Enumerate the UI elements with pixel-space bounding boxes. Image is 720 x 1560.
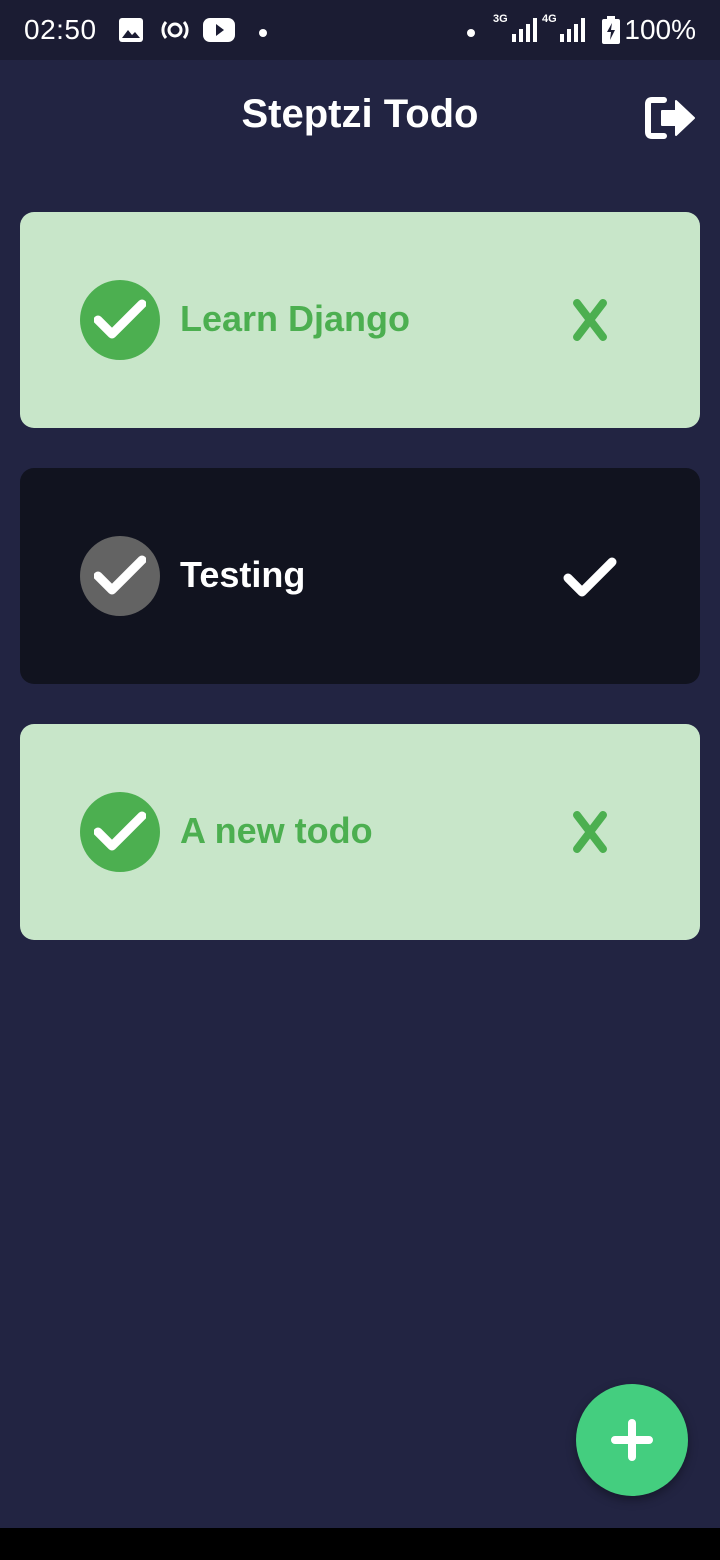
close-icon <box>573 811 607 853</box>
page-title: Steptzi Todo <box>241 92 479 136</box>
youtube-icon <box>203 17 235 48</box>
logout-icon <box>645 97 695 139</box>
hotspot-icon <box>160 16 190 49</box>
check-icon <box>94 555 146 595</box>
dot-icon <box>258 25 268 43</box>
todo-app-screen: 02:50 3G 4G 100% Steptzi Todo Learn Djan… <box>0 0 720 1560</box>
dot-icon <box>466 25 476 43</box>
system-nav-bar <box>0 1528 720 1560</box>
app-bar: Steptzi Todo <box>0 60 720 176</box>
complete-toggle[interactable] <box>80 280 160 360</box>
status-bar: 02:50 3G 4G 100% <box>0 0 720 60</box>
battery-charging-icon <box>602 16 620 49</box>
todo-item[interactable]: Learn Django <box>20 212 700 428</box>
todo-item[interactable]: Testing <box>20 468 700 684</box>
check-icon <box>563 557 617 597</box>
mark-done-button[interactable] <box>560 552 620 600</box>
complete-toggle[interactable] <box>80 792 160 872</box>
check-icon <box>94 299 146 339</box>
todo-item[interactable]: A new todo <box>20 724 700 940</box>
delete-button[interactable] <box>560 296 620 344</box>
network-4g-label: 4G <box>542 13 557 25</box>
delete-button[interactable] <box>560 808 620 856</box>
logout-button[interactable] <box>644 94 700 142</box>
close-icon <box>573 299 607 341</box>
complete-toggle[interactable] <box>80 536 160 616</box>
check-icon <box>94 811 146 851</box>
signal-icon <box>512 18 540 47</box>
todo-label: Learn Django <box>180 298 411 339</box>
todo-label: A new todo <box>180 810 373 851</box>
plus-icon <box>611 1419 653 1461</box>
image-icon <box>118 17 144 48</box>
signal-icon <box>560 18 588 47</box>
todo-list: Learn Django Testing A new todo <box>20 212 700 980</box>
todo-label: Testing <box>180 554 306 595</box>
network-3g-label: 3G <box>493 13 508 25</box>
battery-percent: 100% <box>624 14 696 45</box>
status-time: 02:50 <box>24 14 97 45</box>
add-todo-button[interactable] <box>576 1384 688 1496</box>
